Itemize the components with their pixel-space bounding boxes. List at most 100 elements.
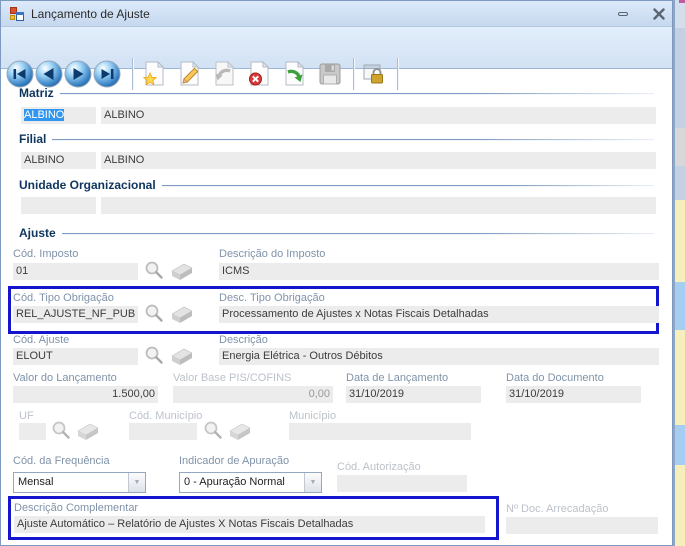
last-record-button[interactable] [93,60,121,88]
cod-tipo-obrigacao-label: Cód. Tipo Obrigação [13,292,114,304]
group-filial: Filial [19,131,654,146]
cod-tipo-obrigacao-field[interactable]: REL_AJUSTE_NF_PUB [13,306,138,323]
chevron-down-icon[interactable]: ▼ [304,473,321,492]
data-documento-label: Data do Documento [506,372,604,384]
group-ajuste: Ajuste [19,225,654,240]
magnifier-icon [145,304,163,322]
group-matriz: Matriz [19,85,654,100]
edit-pencil-icon [180,60,200,86]
valor-lancamento-label: Valor do Lançamento [13,372,117,384]
cod-tipo-obrigacao-search-button[interactable] [142,302,168,328]
cod-municipio-label: Cód. Município [129,410,203,422]
window-title: Lançamento de Ajuste [31,7,150,21]
chevron-down-icon[interactable]: ▼ [128,473,145,492]
data-lancamento-label: Data de Lançamento [346,372,449,384]
descricao-complementar-label: Descrição Complementar [14,502,139,514]
descricao-complementar-field[interactable]: Ajuste Automático – Relatório de Ajustes… [14,516,485,533]
group-unidade-label: Unidade Organizacional [19,177,156,192]
group-line [161,185,654,187]
data-documento-field[interactable]: 31/10/2019 [506,386,641,403]
save-floppy-icon [319,63,341,85]
close-icon [653,8,665,20]
eraser-icon [77,423,99,440]
cod-tipo-obrigacao-clear-button[interactable] [169,302,195,328]
cod-municipio-search-button[interactable] [201,419,227,445]
descricao-field[interactable]: Energia Elétrica - Outros Débitos [219,348,659,365]
green-arrow-icon [285,60,305,86]
magnifier-icon [145,261,163,279]
cod-frequencia-value: Mensal [18,476,54,488]
indicador-apuracao-value: 0 - Apuração Normal [184,476,285,488]
group-line [59,93,654,95]
municipio-field [289,423,471,440]
matriz-code-field[interactable]: ALBINO [21,107,96,124]
first-record-icon [6,60,34,88]
uf-label: UF [19,410,34,422]
cod-imposto-label: Cód. Imposto [13,248,79,260]
desc-imposto-field[interactable]: ICMS [219,263,659,280]
cod-imposto-field[interactable]: 01 [13,263,138,280]
num-doc-arrecadacao-field [506,517,658,534]
matriz-name-field[interactable]: ALBINO [101,107,656,124]
toolbar [1,27,672,90]
previous-record-icon [35,60,63,88]
eraser-icon [171,263,193,280]
previous-record-button[interactable] [35,60,63,88]
cod-ajuste-search-button[interactable] [142,344,168,370]
group-ajuste-label: Ajuste [19,225,56,240]
cod-ajuste-label: Cód. Ajuste [13,334,70,346]
uf-search-button[interactable] [49,419,75,445]
data-lancamento-field[interactable]: 31/10/2019 [346,386,481,403]
cod-autorizacao-field [337,475,467,492]
cod-municipio-clear-button[interactable] [227,419,253,445]
matriz-code-selected-text: ALBINO [24,109,65,121]
uf-field [19,423,46,440]
group-line [61,233,654,235]
titlebar[interactable]: Lançamento de Ajuste [1,1,672,27]
eraser-icon [171,348,193,365]
minimize-icon [618,12,628,16]
filial-code-field[interactable]: ALBINO [21,152,96,169]
desc-tipo-obrigacao-label: Desc. Tipo Obrigação [219,292,325,304]
group-line [52,139,654,141]
undo-arrow-icon [215,60,235,86]
cod-frequencia-combo[interactable]: Mensal ▼ [13,472,146,493]
magnifier-icon [52,421,70,439]
cod-municipio-field [129,423,197,440]
unidade-name-field[interactable] [101,197,656,214]
close-button[interactable] [649,6,669,22]
num-doc-arrecadacao-label: Nº Doc. Arrecadação [506,503,609,515]
indicador-apuracao-combo[interactable]: 0 - Apuração Normal ▼ [179,472,322,493]
cod-autorizacao-label: Cód. Autorização [337,461,421,473]
cod-imposto-clear-button[interactable] [169,259,195,285]
group-filial-label: Filial [19,131,47,146]
eraser-icon [229,423,251,440]
background-app-edge [673,0,685,546]
app-icon [9,6,25,22]
new-document-icon [142,60,165,86]
valor-base-pis-cofins-field: 0,00 [173,386,333,403]
lock-icon [363,64,383,84]
minimize-button[interactable] [613,6,633,22]
lancamento-de-ajuste-window: Lançamento de Ajuste Matriz ALBINO ALBIN… [0,0,673,546]
next-record-button[interactable] [64,60,92,88]
valor-lancamento-field[interactable]: 1.500,00 [13,386,158,403]
last-record-icon [93,60,121,88]
desc-imposto-label: Descrição do Imposto [219,248,326,260]
delete-icon [249,60,270,86]
cod-frequencia-label: Cód. da Frequência [13,455,110,467]
group-unidade-organizacional: Unidade Organizacional [19,177,654,192]
cod-ajuste-clear-button[interactable] [169,344,195,370]
filial-name-field[interactable]: ALBINO [101,152,656,169]
magnifier-icon [145,346,163,364]
cod-imposto-search-button[interactable] [142,259,168,285]
unidade-code-field[interactable] [21,197,96,214]
uf-clear-button[interactable] [75,419,101,445]
desc-tipo-obrigacao-field[interactable]: Processamento de Ajustes x Notas Fiscais… [219,306,659,323]
descricao-label: Descrição [219,334,268,346]
eraser-icon [171,306,193,323]
first-record-button[interactable] [6,60,34,88]
indicador-apuracao-label: Indicador de Apuração [179,455,290,467]
cod-ajuste-field[interactable]: ELOUT [13,348,138,365]
next-record-icon [64,60,92,88]
